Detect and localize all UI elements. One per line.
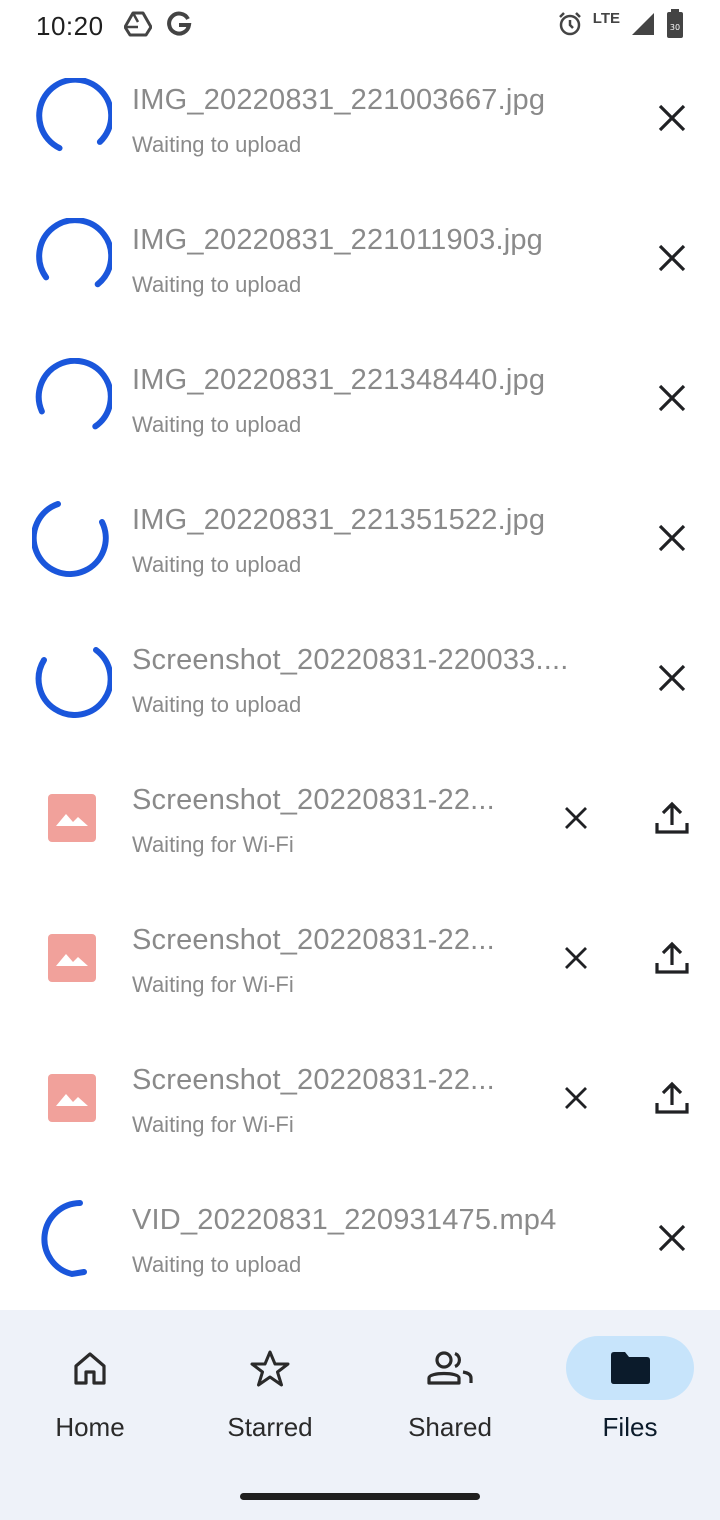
nav-files[interactable]: Files [540, 1336, 720, 1456]
file-status: Waiting for Wi-Fi [132, 832, 294, 857]
nav-home-label: Home [55, 1412, 125, 1442]
file-name: VID_20220831_220931475.mp4 [132, 1204, 557, 1236]
cancel-upload-button[interactable] [644, 370, 700, 426]
upload-row[interactable]: Screenshot_20220831-22... Waiting for Wi… [0, 748, 720, 888]
upload-icon [655, 1081, 689, 1114]
upload-icon [655, 801, 689, 834]
cancel-upload-button[interactable] [644, 1210, 700, 1266]
close-icon [658, 384, 686, 412]
close-icon [658, 524, 686, 552]
upload-icon [655, 941, 689, 974]
close-icon [658, 664, 686, 692]
upload-row[interactable]: Screenshot_20220831-220033.... Waiting t… [0, 608, 720, 748]
nav-shared[interactable]: Shared [360, 1336, 540, 1456]
file-name: IMG_20220831_221011903.jpg [132, 224, 544, 256]
close-icon [565, 947, 587, 969]
progress-spinner-icon [36, 78, 112, 152]
gesture-handle[interactable] [240, 1493, 480, 1500]
upload-row[interactable]: Screenshot_20220831-22... Waiting for Wi… [0, 888, 720, 1028]
close-icon [658, 1224, 686, 1252]
upload-row[interactable]: IMG_20220831_221348440.jpg Waiting to up… [0, 328, 720, 468]
close-icon [658, 104, 686, 132]
file-name: Screenshot_20220831-22... [132, 1064, 495, 1096]
file-status: Waiting for Wi-Fi [132, 1112, 294, 1137]
upload-now-button[interactable] [644, 930, 700, 986]
file-name: Screenshot_20220831-220033.... [132, 644, 569, 676]
nav-starred-label: Starred [227, 1412, 313, 1442]
file-status: Waiting to upload [132, 132, 302, 157]
home-icon [74, 1352, 106, 1385]
nav-files-label: Files [602, 1412, 658, 1442]
file-name: Screenshot_20220831-22... [132, 924, 495, 956]
progress-spinner-icon [35, 358, 112, 430]
file-status: Waiting to upload [132, 552, 302, 577]
close-icon [565, 1087, 587, 1109]
network-type: LTE [592, 9, 620, 27]
upload-list[interactable]: IMG_20220831_221003667.jpg Waiting to up… [0, 48, 720, 1310]
file-name: Screenshot_20220831-22... [132, 784, 495, 816]
cancel-upload-button[interactable] [644, 230, 700, 286]
progress-spinner-icon [35, 647, 112, 718]
svg-text:30: 30 [670, 23, 680, 32]
image-icon [56, 954, 88, 966]
progress-spinner-icon [41, 1200, 87, 1278]
nav-home[interactable]: Home [0, 1336, 180, 1456]
file-status: Waiting to upload [132, 692, 302, 717]
cancel-upload-button[interactable] [644, 650, 700, 706]
close-icon [565, 807, 587, 829]
cancel-upload-button[interactable] [548, 790, 604, 846]
bottom-navigation: Home Starred Shared Files [0, 1310, 720, 1520]
alarm-icon [557, 11, 583, 42]
image-thumbnail [48, 934, 96, 982]
progress-spinner-icon [32, 501, 109, 577]
status-bar: 10:20 LTE 30 [0, 0, 720, 52]
cancel-upload-button[interactable] [548, 930, 604, 986]
upload-row[interactable]: Screenshot_20220831-22... Waiting for Wi… [0, 1028, 720, 1168]
image-icon [56, 814, 88, 826]
progress-spinner-icon [36, 218, 112, 288]
cancel-upload-button[interactable] [644, 90, 700, 146]
star-icon [250, 1350, 290, 1387]
signal-icon [630, 11, 656, 42]
nav-starred[interactable]: Starred [180, 1336, 360, 1456]
active-indicator [566, 1336, 694, 1400]
file-name: IMG_20220831_221003667.jpg [132, 84, 546, 116]
upload-row[interactable]: IMG_20220831_221003667.jpg Waiting to up… [0, 48, 720, 188]
cancel-upload-button[interactable] [644, 510, 700, 566]
drive-icon [123, 11, 153, 42]
file-status: Waiting for Wi-Fi [132, 972, 294, 997]
google-icon [166, 11, 192, 42]
file-name: IMG_20220831_221348440.jpg [132, 364, 546, 396]
status-time: 10:20 [36, 10, 104, 41]
image-thumbnail [48, 1074, 96, 1122]
image-thumbnail [48, 794, 96, 842]
upload-row[interactable]: VID_20220831_220931475.mp4 Waiting to up… [0, 1168, 720, 1308]
upload-now-button[interactable] [644, 1070, 700, 1126]
image-icon [56, 1094, 88, 1106]
file-name: IMG_20220831_221351522.jpg [132, 504, 546, 536]
upload-row[interactable]: IMG_20220831_221351522.jpg Waiting to up… [0, 468, 720, 608]
file-status: Waiting to upload [132, 1252, 302, 1277]
close-icon [658, 244, 686, 272]
cancel-upload-button[interactable] [548, 1070, 604, 1126]
folder-icon [611, 1352, 650, 1384]
file-status: Waiting to upload [132, 412, 302, 437]
file-status: Waiting to upload [132, 272, 302, 297]
nav-shared-label: Shared [408, 1412, 492, 1442]
battery-icon: 30 [666, 8, 684, 44]
people-icon [427, 1351, 473, 1385]
upload-now-button[interactable] [644, 790, 700, 846]
upload-row[interactable]: IMG_20220831_221011903.jpg Waiting to up… [0, 188, 720, 328]
